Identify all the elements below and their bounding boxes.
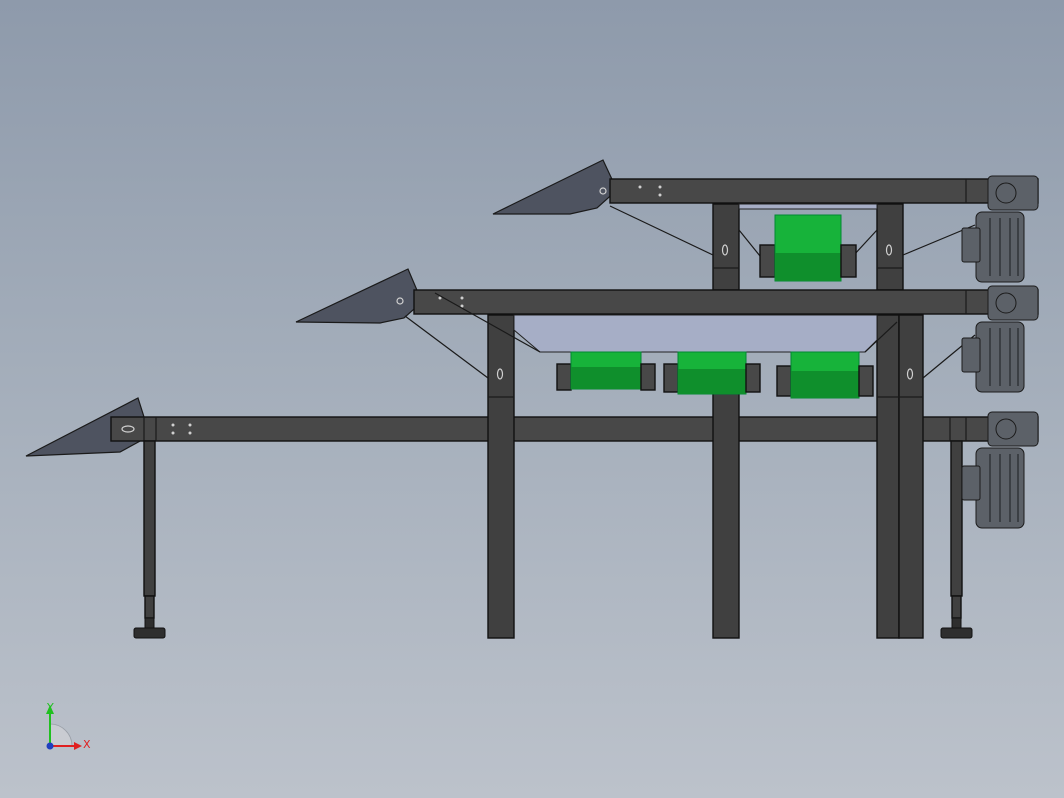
terminal-box (961, 465, 981, 501)
terminal-box (961, 227, 981, 263)
conveyor-tier-middle (295, 268, 1039, 399)
belt-hood-top (738, 203, 878, 210)
bolt-hole (460, 296, 464, 300)
support-brace (609, 205, 714, 256)
belt-hood-middle (513, 314, 878, 353)
frame-beam-top (609, 178, 1039, 204)
roller-shade (678, 369, 746, 394)
idler-roller-2 (663, 351, 761, 395)
y-axis-label: Y (46, 701, 54, 714)
gearbox-hub (995, 182, 1017, 204)
cad-viewport[interactable]: Y X (0, 0, 1064, 798)
adjustable-leg-left (143, 440, 156, 597)
frame-beam-middle (413, 289, 1039, 315)
bolt-hole (171, 423, 175, 427)
roller-bracket (858, 365, 874, 397)
leveling-foot-stem (951, 617, 962, 629)
gearbox-hub (995, 418, 1017, 440)
idler-roller-4 (759, 214, 857, 282)
inlet-chute-middle (295, 268, 423, 324)
upper-post-left (712, 203, 740, 291)
support-brace (738, 229, 761, 257)
upper-post-right (876, 203, 904, 291)
roller-bracket (663, 363, 679, 393)
roller-shade (775, 253, 841, 281)
leveling-foot-left (133, 627, 166, 639)
coordinate-triad[interactable]: Y X (46, 701, 91, 751)
roller-bracket (745, 363, 761, 393)
leveling-foot-right (940, 627, 973, 639)
support-post-left (487, 314, 515, 639)
triad-origin (46, 742, 54, 750)
bolt-hole (188, 423, 192, 427)
leg-thread (144, 595, 155, 619)
conveyor-assembly-drawing: Y X (25, 159, 1039, 751)
support-post-center (712, 389, 740, 639)
bolt-hole (658, 185, 662, 189)
bolt-hole (658, 193, 662, 197)
roller-bracket (759, 244, 776, 278)
idler-roller-1 (556, 351, 656, 391)
leveling-foot-stem (144, 617, 155, 629)
x-axis-arrowhead (74, 742, 82, 750)
gearbox-hub (995, 292, 1017, 314)
bolt-hole (171, 431, 175, 435)
roller-bracket (640, 363, 656, 391)
support-post-right-a (876, 314, 900, 639)
leg-thread (951, 595, 962, 619)
roller-bracket (776, 365, 792, 397)
inlet-chute-top (492, 159, 618, 215)
roller-bracket (840, 244, 857, 278)
triad-quarter-disc (49, 723, 73, 747)
support-post-right-b (898, 314, 924, 639)
terminal-box (961, 337, 981, 373)
roller-shade (791, 371, 859, 398)
adjustable-leg-right (950, 440, 963, 597)
roller-bracket (556, 363, 572, 391)
bolt-hole (638, 185, 642, 189)
idler-roller-3 (776, 351, 874, 399)
x-axis-label: X (83, 738, 91, 751)
roller-shade (571, 367, 641, 389)
bolt-hole (188, 431, 192, 435)
support-brace (404, 315, 489, 379)
